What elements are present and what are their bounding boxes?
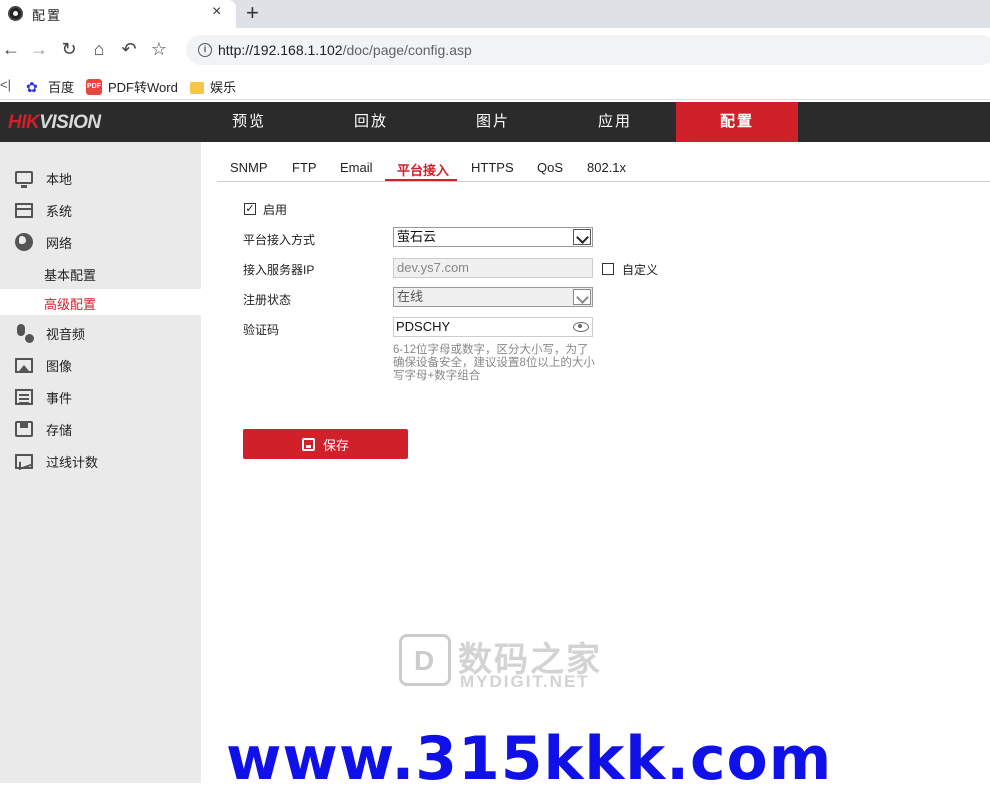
tab-email[interactable]: Email <box>340 160 373 175</box>
reg-status-select[interactable]: 在线 <box>393 287 593 307</box>
event-icon <box>15 389 33 405</box>
reg-status-label: 注册状态 <box>243 293 292 307</box>
eye-icon[interactable] <box>573 322 589 332</box>
verify-code-hint: 6-12位字母或数字，区分大小写，为了确保设备安全，建议设置8位以上的大小写字母… <box>393 344 595 382</box>
sidebar-item-line-count[interactable]: 过线计数 <box>0 446 201 476</box>
camera-favicon-icon <box>8 6 23 21</box>
access-mode-select[interactable]: 萤石云 <box>393 227 593 247</box>
bookmark-folder[interactable]: 娱乐 <box>190 77 236 96</box>
watermark-en: MYDIGIT.NET <box>460 672 590 691</box>
server-ip-label: 接入服务器IP <box>243 263 315 277</box>
baidu-paw-icon: ✿ <box>26 78 38 95</box>
forward-icon[interactable]: → <box>28 36 50 62</box>
server-ip-field[interactable]: dev.ys7.com <box>393 258 593 278</box>
sidebar-sub-basic[interactable]: 基本配置 <box>0 260 201 286</box>
bookmark-pdf[interactable]: PDF PDF转Word <box>86 77 178 96</box>
tab-qos[interactable]: QoS <box>537 160 563 175</box>
sidebar-item-network[interactable]: 网络 <box>0 227 201 257</box>
tab-platform-access[interactable]: 平台接入 <box>397 160 449 179</box>
sidebar-item-image[interactable]: 图像 <box>0 350 201 380</box>
sub-tabs: SNMP FTP Email 平台接入 HTTPS QoS 802.1x <box>217 154 990 182</box>
bookmark-baidu[interactable]: ✿ 百度 <box>26 77 74 96</box>
sidebar-item-local[interactable]: 本地 <box>0 163 201 193</box>
bookmark-star-icon[interactable]: ☆ <box>148 36 170 62</box>
home-icon[interactable]: ⌂ <box>88 36 110 62</box>
sidebar: 本地 系统 网络 基本配置 高级配置 视音频 图像 事件 存储 过线计数 <box>0 142 201 783</box>
new-tab-icon[interactable]: + <box>246 0 259 26</box>
browser-toolbar: ← → ↻ ⌂ ↶ ☆ i http://192.168.1.102/doc/p… <box>0 28 990 72</box>
microphone-icon <box>15 324 36 345</box>
close-tab-icon[interactable]: × <box>212 3 221 21</box>
enable-label: 启用 <box>263 203 288 217</box>
bookmarks-bar: <| ✿ 百度 PDF PDF转Word 娱乐 <box>0 72 990 100</box>
custom-checkbox[interactable] <box>602 263 614 275</box>
active-tab-underline <box>385 179 457 181</box>
url-text[interactable]: http://192.168.1.102/doc/page/config.asp <box>218 42 472 58</box>
window-icon <box>15 202 33 218</box>
tab-title: 配置 <box>32 8 63 23</box>
nav-application[interactable]: 应用 <box>554 102 676 142</box>
main-nav: 预览 回放 图片 应用 配置 <box>188 102 798 142</box>
browser-tab-bar: 配置 × + <box>0 0 990 28</box>
tab-ftp[interactable]: FTP <box>292 160 317 175</box>
hikvision-logo: HIKVISION <box>8 112 101 133</box>
pdf-icon: PDF <box>86 78 102 95</box>
folder-icon <box>190 81 204 94</box>
app-header: HIKVISION 预览 回放 图片 应用 配置 <box>0 102 990 142</box>
sidebar-sub-advanced[interactable]: 高级配置 <box>0 289 201 315</box>
globe-icon <box>15 233 33 251</box>
save-button[interactable]: 保存 <box>243 429 408 459</box>
verify-code-label: 验证码 <box>243 323 280 337</box>
image-icon <box>15 357 33 373</box>
tab-snmp[interactable]: SNMP <box>230 160 268 175</box>
reload-icon[interactable]: ↻ <box>58 36 80 62</box>
save-icon <box>301 437 315 451</box>
custom-label: 自定义 <box>622 263 659 277</box>
monitor-icon <box>15 171 33 188</box>
storage-icon <box>15 421 33 437</box>
tab-https[interactable]: HTTPS <box>471 160 514 175</box>
info-icon[interactable]: i <box>198 43 212 57</box>
access-mode-label: 平台接入方式 <box>243 233 316 247</box>
undo-icon[interactable]: ↶ <box>118 36 140 62</box>
address-bar[interactable]: i http://192.168.1.102/doc/page/config.a… <box>186 35 990 65</box>
back-icon[interactable]: ← <box>0 36 22 62</box>
verify-code-field[interactable]: PDSCHY <box>393 317 593 337</box>
chart-icon <box>15 453 33 469</box>
nav-playback[interactable]: 回放 <box>310 102 432 142</box>
sidebar-item-event[interactable]: 事件 <box>0 382 201 412</box>
chevron-down-icon <box>573 289 591 305</box>
bookmarks-overflow[interactable]: <| <box>0 77 11 92</box>
mydigit-logo-watermark <box>399 634 451 686</box>
nav-preview[interactable]: 预览 <box>188 102 310 142</box>
tab-8021x[interactable]: 802.1x <box>587 160 626 175</box>
nav-configuration[interactable]: 配置 <box>676 102 798 142</box>
nav-picture[interactable]: 图片 <box>432 102 554 142</box>
browser-tab[interactable]: 配置 × <box>0 0 236 28</box>
sidebar-item-video-audio[interactable]: 视音频 <box>0 318 201 348</box>
enable-checkbox[interactable]: ✓ <box>244 203 256 215</box>
sidebar-item-system[interactable]: 系统 <box>0 195 201 225</box>
sidebar-item-storage[interactable]: 存储 <box>0 414 201 444</box>
site-watermark: www.315kkk.com <box>226 724 833 794</box>
chevron-down-icon <box>573 229 591 245</box>
